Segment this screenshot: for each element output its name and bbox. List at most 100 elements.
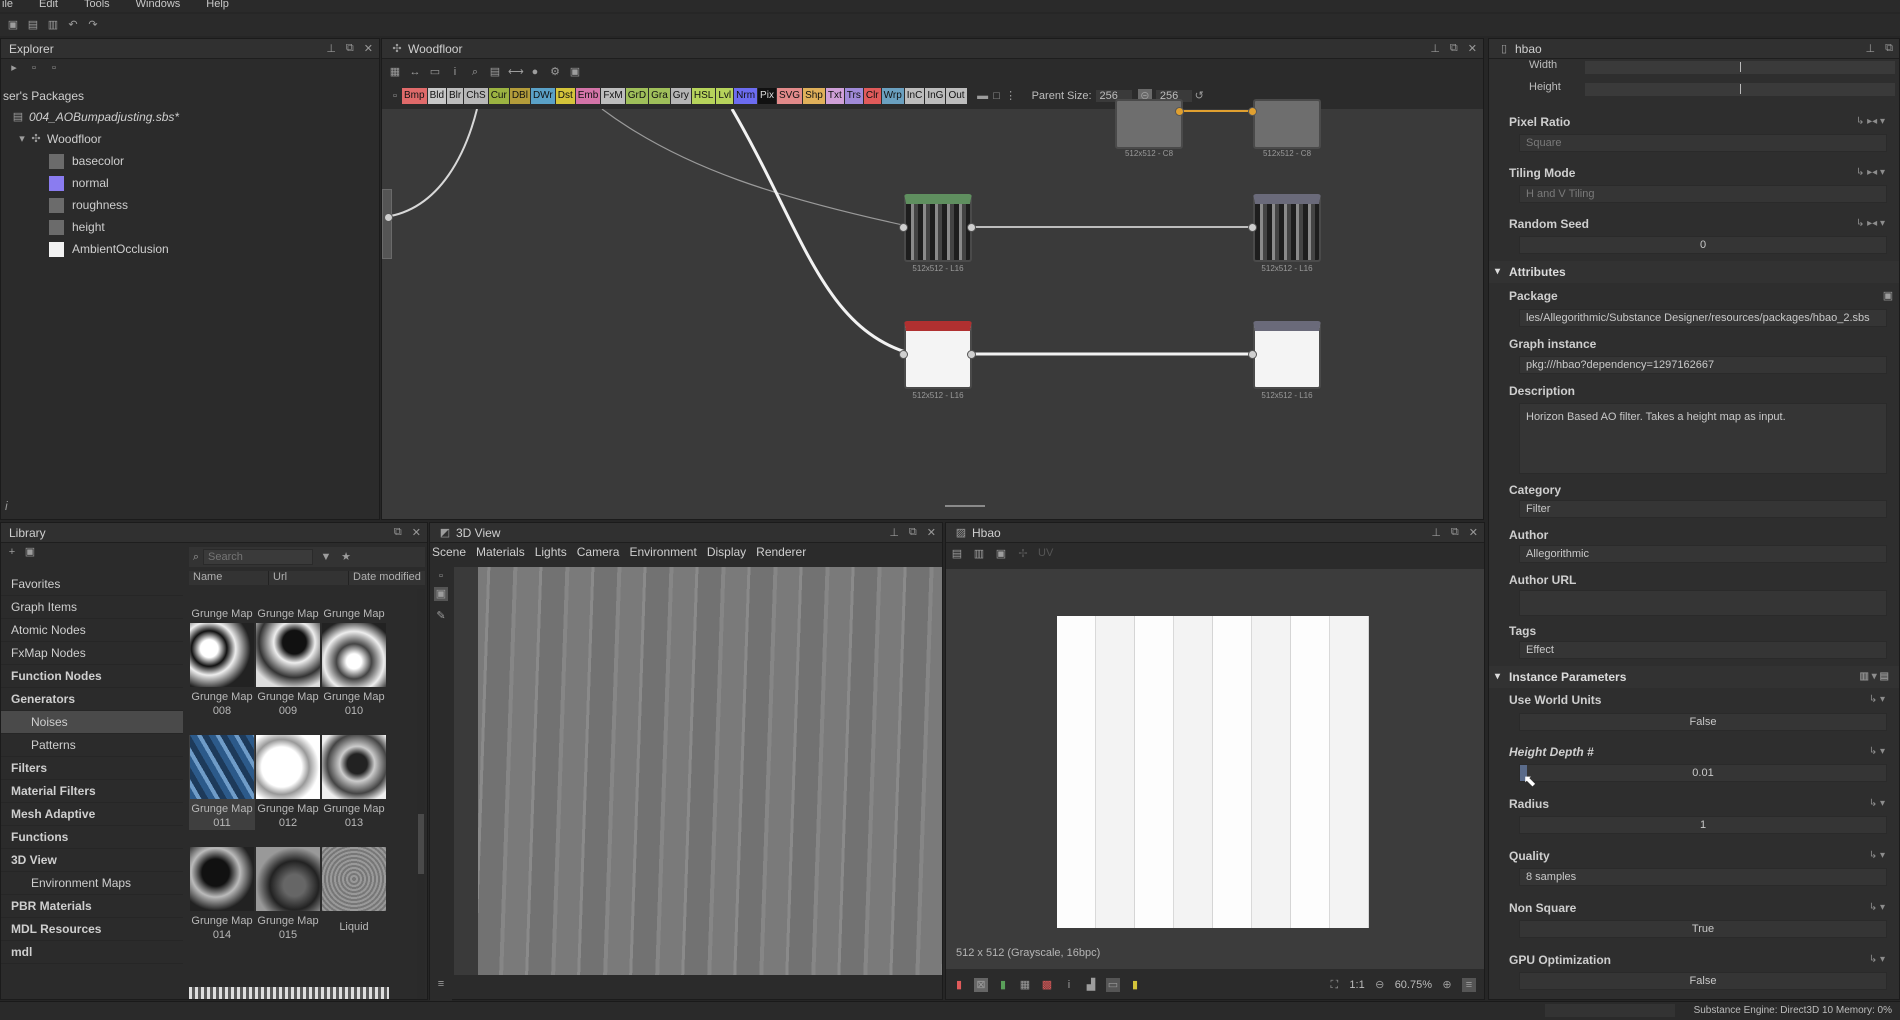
pin-icon[interactable]: ⊥ xyxy=(889,526,899,539)
column-date-modified[interactable]: Date modified xyxy=(349,571,425,585)
atomic-node-button[interactable]: Lvl xyxy=(716,88,734,104)
library-category-item[interactable]: Atomic Nodes xyxy=(1,619,183,642)
atomic-node-button[interactable]: Gry xyxy=(670,88,691,104)
library-item[interactable]: Grunge Map 015 xyxy=(255,847,321,942)
float-icon[interactable]: ⧉ xyxy=(909,526,917,539)
atomic-node-button[interactable]: FxM xyxy=(601,88,625,104)
view3d-menu-item[interactable]: Environment xyxy=(629,545,696,563)
package-field[interactable]: les/Allegorithmic/Substance Designer/res… xyxy=(1519,309,1887,327)
float-icon[interactable]: ⧉ xyxy=(1451,526,1459,539)
atomic-node-button[interactable]: Blr xyxy=(447,88,464,104)
atomic-node-button[interactable]: DBl xyxy=(509,88,530,104)
close-icon[interactable]: ✕ xyxy=(927,526,936,539)
param-tools-icon[interactable]: ↳ ▾ xyxy=(1869,746,1885,757)
library-category-item[interactable]: Filters xyxy=(1,757,183,780)
param-tools-icon[interactable]: ↳ ▾ xyxy=(1869,850,1885,861)
pin-icon[interactable]: ⊥ xyxy=(326,42,336,55)
hbao-node[interactable] xyxy=(904,321,972,389)
param-tools-icon[interactable]: ↳ ▸◂ ▾ xyxy=(1856,218,1885,229)
atomic-node-button[interactable]: Wrp xyxy=(881,88,904,104)
frame-icon[interactable]: ▭ xyxy=(428,65,442,79)
atomic-node-button[interactable]: Bld xyxy=(427,88,447,104)
graph-node[interactable] xyxy=(1253,99,1321,149)
library-item[interactable]: Liquid xyxy=(321,847,387,934)
atomic-node-button[interactable]: Trs xyxy=(844,88,863,104)
library-scrollbar[interactable] xyxy=(417,589,425,999)
radius-slider[interactable]: 1 xyxy=(1519,816,1887,834)
connect-icon[interactable]: ⟷ xyxy=(508,65,524,79)
tags-field[interactable]: Effect xyxy=(1519,641,1887,659)
atomic-node-button[interactable]: Bmp xyxy=(402,88,427,104)
output-pin[interactable] xyxy=(967,223,976,232)
output-item[interactable]: normal xyxy=(49,173,109,193)
menu-tools[interactable]: Tools xyxy=(84,0,110,12)
library-item[interactable]: Grunge Map 012 xyxy=(255,735,321,830)
menu-edit[interactable]: Edit xyxy=(39,0,58,12)
close-icon[interactable]: ✕ xyxy=(364,42,373,55)
tiling-mode-select[interactable]: H and V Tiling xyxy=(1519,185,1887,203)
input-pin[interactable] xyxy=(1248,107,1257,116)
input-pin[interactable] xyxy=(899,223,908,232)
pixel-ratio-select[interactable]: Square xyxy=(1519,134,1887,152)
info-icon[interactable]: i xyxy=(5,499,8,513)
column-url[interactable]: Url xyxy=(269,571,349,585)
collapse-icon[interactable]: ▾ xyxy=(1495,261,1500,283)
output-item[interactable]: roughness xyxy=(49,195,128,215)
library-category-item[interactable]: Function Nodes xyxy=(1,665,183,688)
use-world-units-toggle[interactable]: False xyxy=(1519,713,1887,731)
copy-icon[interactable]: ▤ xyxy=(950,547,964,561)
close-icon[interactable]: ✕ xyxy=(412,526,421,539)
menu-help[interactable]: Help xyxy=(206,0,229,12)
graph-canvas[interactable]: 512x512 - C8 512x512 - C8 512x512 - L16 … xyxy=(382,99,1483,519)
library-category-item[interactable]: Graph Items xyxy=(1,596,183,619)
zoom-in-icon[interactable]: ⊕ xyxy=(1440,978,1454,992)
more-icon[interactable]: ⋮ xyxy=(1004,89,1018,103)
save-package-icon[interactable]: ▫ xyxy=(47,61,61,75)
pin-icon[interactable]: ⊥ xyxy=(1430,42,1440,55)
channels-icon[interactable]: ▮ xyxy=(952,978,966,992)
atomic-node-button[interactable]: DWr xyxy=(530,88,555,104)
levels-node[interactable] xyxy=(904,194,972,262)
author-url-field[interactable] xyxy=(1519,590,1887,616)
filter-icon[interactable]: ▼ xyxy=(319,550,333,564)
library-category-item[interactable]: mdl xyxy=(1,941,183,964)
zoom-ratio-icon[interactable]: ↔ xyxy=(408,65,422,79)
search-input[interactable] xyxy=(203,549,313,565)
library-category-item[interactable]: PBR Materials xyxy=(1,895,183,918)
tiling-icon[interactable]: ▩ xyxy=(1040,978,1054,992)
align-icon[interactable]: ▤ xyxy=(488,65,502,79)
library-category-item[interactable]: Environment Maps xyxy=(1,872,183,895)
atomic-node-button[interactable]: InG xyxy=(925,88,946,104)
atomic-node-button[interactable]: InC xyxy=(904,88,925,104)
menu-icon[interactable]: ≡ xyxy=(1462,978,1476,992)
grid-icon[interactable]: ▦ xyxy=(1018,978,1032,992)
camera-icon[interactable]: ▫ xyxy=(434,569,448,583)
atomic-node-button[interactable]: Emb xyxy=(575,88,601,104)
pin-icon[interactable]: ⊥ xyxy=(1866,42,1876,55)
view3d-menu-item[interactable]: Scene xyxy=(432,545,466,563)
output-item[interactable]: AmbientOcclusion xyxy=(49,239,169,259)
tree-package[interactable]: ▤ 004_AOBumpadjusting.sbs* xyxy=(11,107,179,127)
atomic-node-button[interactable]: Clr xyxy=(863,88,881,104)
float-icon[interactable]: ⧉ xyxy=(394,526,402,539)
zoom-ratio[interactable]: 1:1 xyxy=(1349,979,1364,991)
atomic-node-button[interactable]: HSL xyxy=(691,88,716,104)
compare-icon[interactable]: ▭ xyxy=(1106,978,1120,992)
comment-icon[interactable]: ▬ xyxy=(976,89,990,103)
description-field[interactable]: Horizon Based AO filter. Takes a height … xyxy=(1519,403,1887,474)
atomic-node-button[interactable]: Pix xyxy=(758,88,776,104)
layers-icon[interactable]: ≡ xyxy=(434,977,448,991)
atomic-node-button[interactable]: Shp xyxy=(803,88,825,104)
tree-graph[interactable]: ▾ ✣ Woodfloor xyxy=(15,129,101,149)
atomic-node-button[interactable]: Dst xyxy=(555,88,575,104)
search-icon[interactable]: ⌕ xyxy=(468,65,482,79)
param-tools-icon[interactable]: ↳ ▾ xyxy=(1869,954,1885,965)
zoom-out-icon[interactable]: ⊖ xyxy=(1373,978,1387,992)
float-icon[interactable]: ⧉ xyxy=(346,42,354,55)
library-item[interactable]: Grunge Map 008 xyxy=(189,623,255,718)
pick-icon[interactable]: ✢ xyxy=(1016,547,1030,561)
width-slider[interactable] xyxy=(1585,61,1895,74)
collapse-icon[interactable]: ▾ xyxy=(1495,666,1500,688)
color-icon[interactable]: ▮ xyxy=(996,978,1010,992)
snapshot-icon[interactable]: ▣ xyxy=(568,65,582,79)
